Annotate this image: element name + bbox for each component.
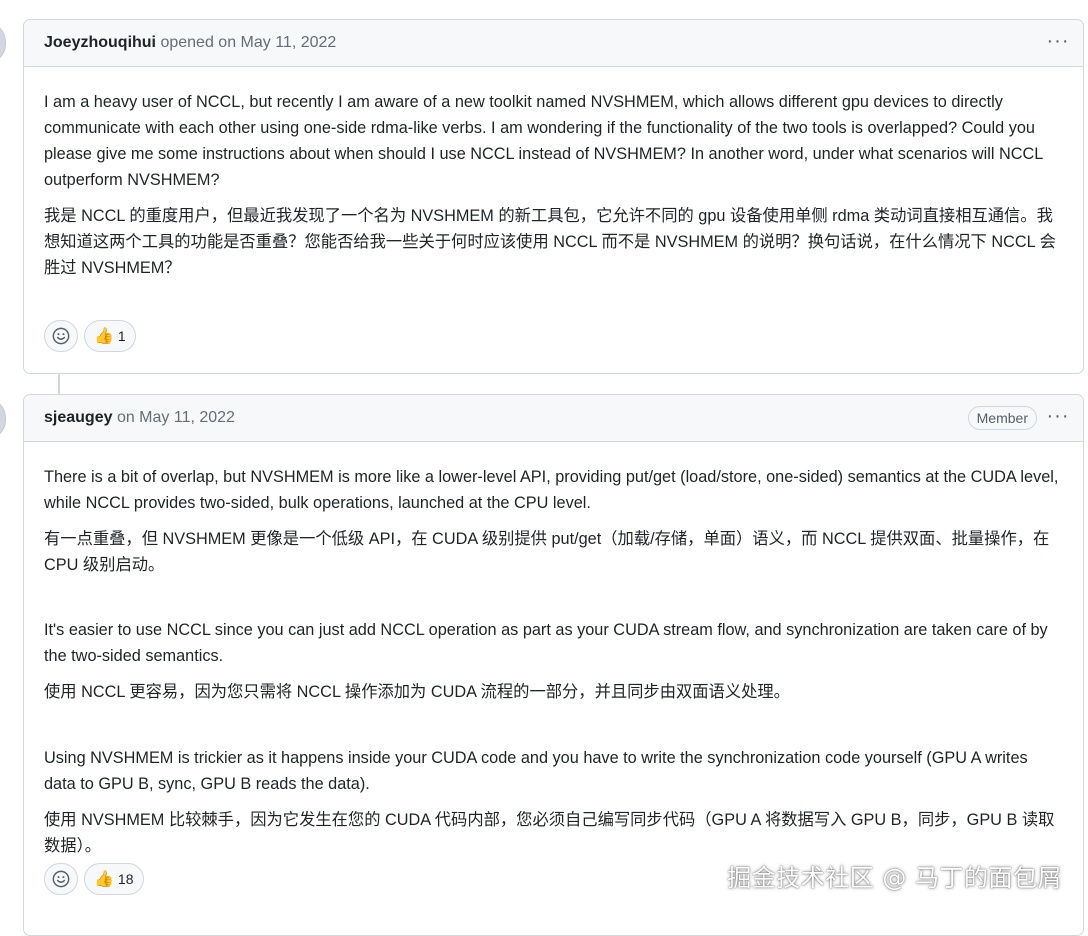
issue-comment: Joeyzhouqihui opened on May 11, 2022 ···… xyxy=(23,19,1084,374)
add-reaction-button[interactable] xyxy=(44,863,78,895)
smiley-icon xyxy=(52,870,70,888)
reaction-count: 18 xyxy=(117,871,134,887)
comment-author[interactable]: sjeaugey xyxy=(44,409,112,426)
reactions-bar: 👍 18 xyxy=(44,863,144,895)
comment-paragraph: 使用 NCCL 更容易，因为您只需将 NCCL 操作添加为 CUDA 流程的一部… xyxy=(44,683,790,701)
comment-timestamp[interactable]: on May 11, 2022 xyxy=(117,409,235,426)
comment-body: I am a heavy user of NCCL, but recently … xyxy=(24,67,1083,281)
timeline-connector xyxy=(58,374,60,395)
comment-paragraph: 我是 NCCL 的重度用户，但最近我发现了一个名为 NVSHMEM 的新工具包，… xyxy=(44,207,1056,277)
member-badge: Member xyxy=(967,406,1037,430)
comment-paragraph: I am a heavy user of NCCL, but recently … xyxy=(44,93,1043,189)
avatar[interactable] xyxy=(0,398,6,440)
kebab-horizontal-icon[interactable]: ··· xyxy=(1043,395,1073,441)
comment-header: sjeaugey on May 11, 2022 Member ··· xyxy=(24,395,1083,442)
reactions-bar: 👍 1 xyxy=(44,320,136,352)
add-reaction-button[interactable] xyxy=(44,320,78,352)
issue-comment: sjeaugey on May 11, 2022 Member ··· Ther… xyxy=(23,394,1084,936)
comment-body: There is a bit of overlap, but NVSHMEM i… xyxy=(24,442,1083,859)
comment-author[interactable]: Joeyzhouqihui xyxy=(44,34,156,51)
thumbsup-icon: 👍 xyxy=(94,328,114,345)
comment-paragraph: There is a bit of overlap, but NVSHMEM i… xyxy=(44,468,1059,512)
smiley-icon xyxy=(52,327,70,345)
comment-paragraph: Using NVSHMEM is trickier as it happens … xyxy=(44,749,1028,793)
comment-header: Joeyzhouqihui opened on May 11, 2022 ··· xyxy=(24,20,1083,67)
reaction-count: 1 xyxy=(117,328,126,344)
comment-paragraph: It's easier to use NCCL since you can ju… xyxy=(44,621,1048,665)
watermark: 掘金技术社区 @ 马丁的面包屑 xyxy=(727,864,1062,892)
thumbsup-icon: 👍 xyxy=(94,871,114,888)
comment-timestamp[interactable]: opened on May 11, 2022 xyxy=(160,34,336,51)
thumbsup-reaction-button[interactable]: 👍 18 xyxy=(84,863,144,895)
avatar[interactable] xyxy=(0,22,6,64)
comment-paragraph: 有一点重叠，但 NVSHMEM 更像是一个低级 API，在 CUDA 级别提供 … xyxy=(44,530,1050,574)
kebab-horizontal-icon[interactable]: ··· xyxy=(1043,20,1073,66)
thumbsup-reaction-button[interactable]: 👍 1 xyxy=(84,320,136,352)
comment-paragraph: 使用 NVSHMEM 比较棘手，因为它发生在您的 CUDA 代码内部，您必须自己… xyxy=(44,811,1055,855)
